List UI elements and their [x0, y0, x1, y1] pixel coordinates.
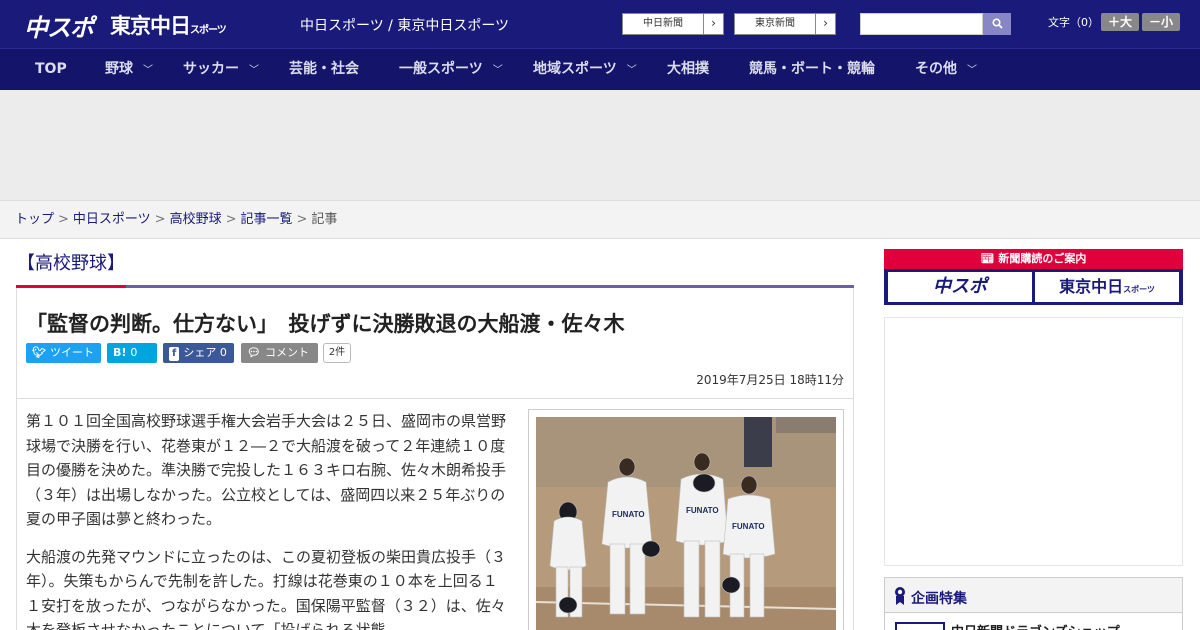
speech-bubble-icon: 💬︎ — [247, 346, 261, 359]
chevron-down-icon: ﹀ — [626, 65, 637, 76]
tweet-label: ツイート — [49, 346, 94, 359]
nav-label: 競馬・ボート・競輪 — [749, 61, 875, 77]
ad-banner-area — [0, 90, 1200, 200]
font-size-decrease-button[interactable]: －小 — [1142, 13, 1180, 31]
search-icon — [991, 18, 1003, 29]
article-paragraph: 大船渡の先発マウンドに立ったのは、この夏初登板の柴田貴広投手（３年）。失策もから… — [26, 547, 507, 630]
nav-item-sumo[interactable]: 大相撲 — [667, 49, 709, 91]
svg-text:FUNATO: FUNATO — [686, 506, 719, 515]
twitter-bird-icon: 🐦︎ — [32, 346, 46, 359]
font-size-increase-button[interactable]: ＋大 — [1101, 13, 1139, 31]
comment-button[interactable]: 💬︎ コメント — [241, 343, 318, 363]
nav-label: 地域スポーツ — [533, 61, 617, 77]
hatena-bookmark-button[interactable]: B! 0 — [107, 343, 157, 363]
tokyo-logo-main: 東京中日 — [110, 14, 191, 38]
newspaper-icon: 📰︎ — [980, 252, 999, 265]
promo-tokyo-small: スポーツ — [1123, 285, 1155, 294]
nav-label: 大相撲 — [667, 61, 709, 77]
breadcrumb-separator: > — [58, 212, 69, 227]
chunichi-shimbun-link[interactable]: 中日新聞 › — [622, 13, 724, 35]
hatena-count: 0 — [130, 346, 138, 359]
nav-item-baseball[interactable]: 野球 ﹀ — [105, 49, 153, 91]
tweet-button[interactable]: 🐦︎ ツイート — [26, 343, 101, 363]
tokyo-shimbun-link[interactable]: 東京新聞 › — [734, 13, 836, 35]
breadcrumb-separator: > — [154, 212, 166, 227]
facebook-share-count: 0 — [219, 346, 227, 359]
facebook-icon: f — [169, 347, 180, 361]
breadcrumb-link-high-school-baseball[interactable]: 高校野球 — [170, 212, 222, 227]
feature-header: 企画特集 — [885, 578, 1182, 613]
facebook-share-label: シェア — [183, 346, 217, 359]
breadcrumb-current: 記事 — [311, 212, 338, 227]
breadcrumb: トップ > 中日スポーツ > 高校野球 > 記事一覧 > 記事 — [0, 200, 1200, 239]
top-header: 中スポ 東京中日スポーツ 中日スポーツ / 東京中日スポーツ 中日新聞 › 東京… — [0, 0, 1200, 48]
svg-text:FUNATO: FUNATO — [612, 510, 645, 519]
promo-title-text: 新聞購読のご案内 — [998, 252, 1087, 265]
breadcrumb-separator: > — [225, 212, 237, 227]
chevron-down-icon: ﹀ — [492, 65, 503, 76]
chevron-right-icon: › — [815, 14, 835, 34]
article-paragraph: 第１０１回全国高校野球選手権大会岩手大会は２５日、盛岡市の県営野球場で決勝を行い… — [26, 412, 507, 528]
nav-label: サッカー — [183, 61, 239, 77]
promo-tokyo-chunichi-sports[interactable]: 東京中日スポーツ — [1035, 272, 1179, 302]
breadcrumb-link-top[interactable]: トップ — [15, 212, 54, 227]
promo-tokyo-main: 東京中日 — [1059, 277, 1124, 296]
nav-item-soccer[interactable]: サッカー ﹀ — [183, 49, 259, 91]
nav-item-other[interactable]: その他 ﹀ — [915, 49, 977, 91]
feature-thumbnail[interactable] — [895, 622, 945, 630]
chevron-down-icon: ﹀ — [967, 65, 977, 76]
baseball-players-photo: FUNATO FUNATO FUNATO — [536, 417, 836, 630]
article-body: 第１０１回全国高校野球選手権大会岩手大会は２５日、盛岡市の県営野球場で決勝を行い… — [26, 409, 508, 630]
breadcrumb-link-article-list[interactable]: 記事一覧 — [241, 212, 293, 227]
nav-label: TOP — [35, 61, 67, 77]
nav-item-entertainment[interactable]: 芸能・社会 — [289, 49, 359, 91]
comment-count-badge[interactable]: 2件 — [323, 343, 351, 363]
chevron-down-icon: ﹀ — [249, 65, 259, 76]
tokyo-shimbun-label: 東京新聞 — [755, 18, 795, 29]
subscription-promo[interactable]: 📰︎ 新聞購読のご案内 中スポ 東京中日スポーツ — [884, 249, 1183, 305]
chunichi-shimbun-label: 中日新聞 — [643, 18, 683, 29]
site-names: 中日スポーツ / 東京中日スポーツ — [300, 18, 510, 34]
promo-chunichi-sports[interactable]: 中スポ — [888, 272, 1032, 302]
feature-title: 企画特集 — [911, 591, 967, 607]
header-divider — [16, 398, 854, 399]
comment-label: コメント — [264, 346, 309, 359]
search-input[interactable] — [860, 13, 983, 35]
chevron-down-icon: ﹀ — [143, 65, 153, 76]
font-size-label: 文字（0） — [1048, 16, 1099, 29]
breadcrumb-link-chunichi-sports[interactable]: 中日スポーツ — [73, 212, 151, 227]
nav-item-racing[interactable]: 競馬・ボート・競輪 — [749, 49, 875, 91]
chunichi-sports-logo[interactable]: 中スポ — [24, 8, 94, 43]
breadcrumb-separator: > — [296, 212, 308, 227]
nav-label: その他 — [915, 61, 957, 77]
article-photo[interactable]: FUNATO FUNATO FUNATO — [536, 417, 836, 630]
article-date: 2019年7月25日 18時11分 — [696, 373, 844, 387]
nav-label: 芸能・社会 — [289, 61, 359, 77]
feature-item-dragons-shop[interactable]: 中日新聞ドラゴンズショップ — [951, 621, 1120, 630]
subscription-promo-title: 📰︎ 新聞購読のご案内 — [884, 249, 1183, 269]
article-category: 【高校野球】 — [17, 253, 125, 274]
svg-text:FUNATO: FUNATO — [732, 522, 765, 531]
chevron-right-icon: › — [703, 14, 723, 34]
nav-label: 野球 — [105, 61, 133, 77]
feature-section: 企画特集 中日新聞ドラゴンズショップ — [884, 577, 1183, 630]
award-ribbon-icon — [895, 587, 905, 605]
sidebar-ad-area — [884, 317, 1183, 566]
nav-item-general-sports[interactable]: 一般スポーツ ﹀ — [399, 49, 503, 91]
nav-label: 一般スポーツ — [399, 61, 483, 77]
nav-item-top[interactable]: TOP — [35, 49, 67, 91]
hatena-bookmark-icon: B! — [113, 346, 127, 359]
main-nav: TOP 野球 ﹀ サッカー ﹀ 芸能・社会 一般スポーツ ﹀ 地域スポーツ ﹀ 大相撲 … — [0, 48, 1200, 90]
nav-item-regional-sports[interactable]: 地域スポーツ ﹀ — [533, 49, 637, 91]
facebook-share-button[interactable]: f シェア 0 — [163, 343, 234, 363]
tokyo-chunichi-sports-logo[interactable]: 東京中日スポーツ — [110, 10, 227, 40]
article-headline: 「監督の判断。仕方ない」 投げずに決勝敗退の大船渡・佐々木 — [26, 312, 625, 336]
tokyo-logo-small: スポーツ — [190, 25, 227, 36]
search-button[interactable] — [983, 13, 1011, 35]
